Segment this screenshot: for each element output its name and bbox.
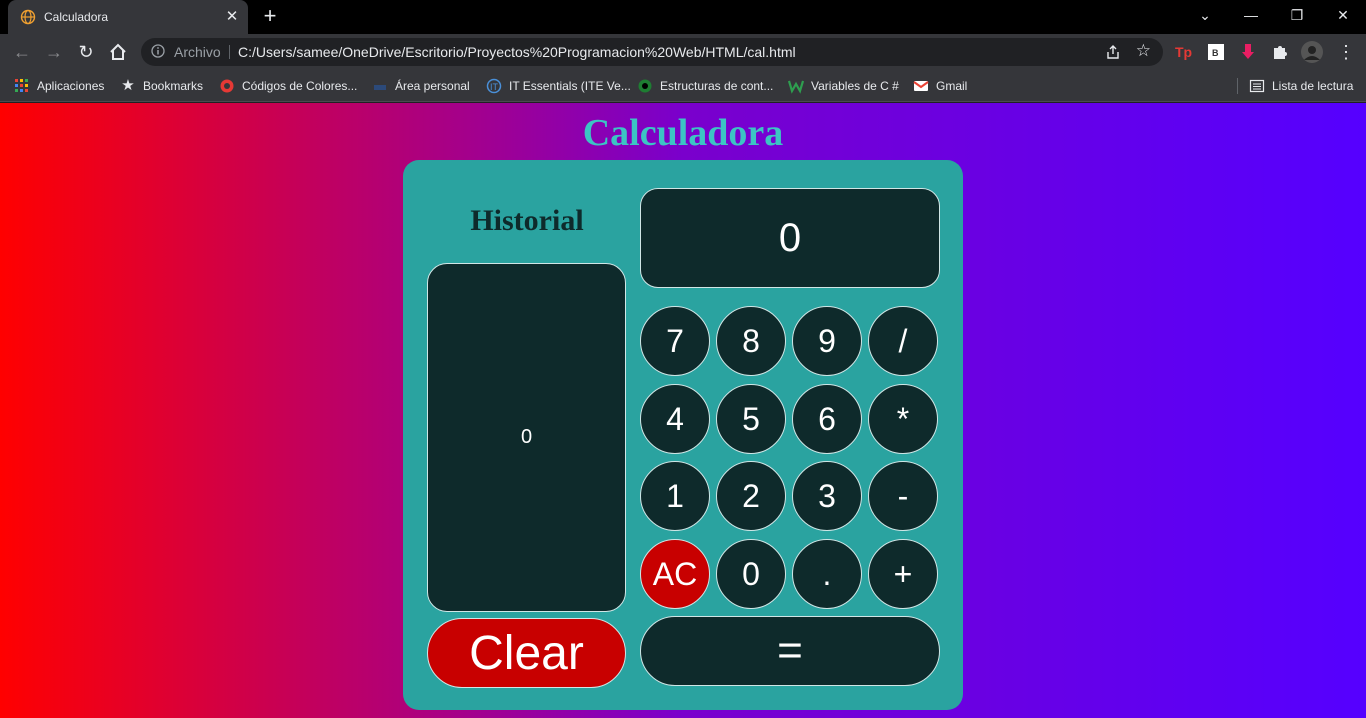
- svg-text:Tp: Tp: [1175, 44, 1192, 60]
- history-heading: Historial: [470, 204, 584, 237]
- b-extension-icon[interactable]: B: [1206, 42, 1226, 62]
- key-all-clear[interactable]: AC: [640, 539, 710, 609]
- restore-icon[interactable]: ❐: [1274, 0, 1320, 30]
- reading-list-icon: [1249, 79, 1265, 93]
- bookmark-label: Códigos de Colores...: [242, 79, 358, 93]
- url-scheme-label: Archivo: [174, 44, 221, 60]
- url-text[interactable]: C:/Users/samee/OneDrive/Escritorio/Proye…: [238, 44, 796, 60]
- key-add[interactable]: +: [868, 539, 938, 609]
- bookmark-label: Bookmarks: [143, 79, 204, 93]
- key-7[interactable]: 7: [640, 306, 710, 376]
- bookmark-label: Área personal: [395, 79, 470, 93]
- page-viewport: Calculadora Historial 0 0 7 8 9 / 4 5 6 …: [0, 103, 1366, 718]
- apps-grid-icon: [15, 79, 28, 92]
- calculator-panel: Historial 0 0 7 8 9 / 4 5 6 * 1 2 3 - AC…: [403, 160, 963, 710]
- bookmark-label: Aplicaciones: [37, 79, 105, 93]
- key-subtract[interactable]: -: [868, 461, 938, 531]
- home-icon[interactable]: [106, 40, 130, 64]
- bookmark-aplicaciones[interactable]: Aplicaciones: [14, 77, 104, 95]
- key-6[interactable]: 6: [792, 384, 862, 454]
- tab-close-icon[interactable]: ✕: [222, 7, 242, 27]
- bookmark-label: Gmail: [936, 79, 968, 93]
- globe-icon: [20, 9, 36, 25]
- key-1[interactable]: 1: [640, 461, 710, 531]
- equals-button[interactable]: =: [640, 616, 940, 686]
- svg-text:B: B: [1212, 48, 1219, 58]
- personal-area-icon: [374, 85, 386, 90]
- info-icon[interactable]: [151, 44, 165, 58]
- bookmark-variables-c[interactable]: Variables de C #: [788, 77, 899, 95]
- browser-toolbar: ← → ↻ Archivo C:/Users/samee/OneDrive/Es…: [0, 34, 1366, 70]
- new-tab-button[interactable]: +: [258, 5, 282, 29]
- reading-list-button[interactable]: Lista de lectura: [1249, 77, 1353, 95]
- key-4[interactable]: 4: [640, 384, 710, 454]
- profile-avatar[interactable]: [1300, 40, 1324, 64]
- browser-tab[interactable]: Calculadora ✕: [8, 0, 248, 34]
- minimize-icon[interactable]: —: [1228, 0, 1274, 30]
- key-3[interactable]: 3: [792, 461, 862, 531]
- history-value: 0: [520, 426, 533, 448]
- key-0[interactable]: 0: [716, 539, 786, 609]
- key-multiply[interactable]: *: [868, 384, 938, 454]
- bookmark-area-personal[interactable]: Área personal: [372, 77, 470, 95]
- forward-arrow-icon[interactable]: →: [42, 40, 66, 64]
- bookmark-label: Variables de C #: [811, 79, 899, 93]
- reload-icon[interactable]: ↻: [74, 40, 98, 64]
- puzzle-extensions-icon[interactable]: [1270, 42, 1290, 62]
- gmail-icon: [913, 81, 929, 91]
- svg-text:IT: IT: [490, 82, 499, 92]
- key-8[interactable]: 8: [716, 306, 786, 376]
- bookmarks-bar: Aplicaciones ★ Bookmarks Códigos de Colo…: [0, 70, 1366, 102]
- url-divider: [229, 45, 230, 59]
- address-bar[interactable]: Archivo C:/Users/samee/OneDrive/Escritor…: [141, 38, 1163, 66]
- tab-search-icon[interactable]: ⌄: [1182, 0, 1228, 30]
- tab-title: Calculadora: [44, 10, 109, 24]
- calculator-display: 0: [640, 188, 940, 288]
- window-close-icon[interactable]: ✕: [1320, 0, 1366, 30]
- history-panel: 0: [427, 263, 626, 612]
- page-title: Calculadora: [582, 112, 784, 154]
- tp-extension-icon[interactable]: Tp: [1174, 42, 1194, 62]
- structures-icon: [638, 79, 652, 93]
- bookmark-star-icon[interactable]: ☆: [1136, 41, 1151, 61]
- bookmark-gmail[interactable]: Gmail: [913, 77, 967, 95]
- menu-kebab-icon[interactable]: ⋮: [1334, 40, 1358, 64]
- bookmarks-divider: [1237, 78, 1238, 94]
- back-arrow-icon[interactable]: ←: [10, 40, 34, 64]
- star-icon: ★: [121, 77, 135, 94]
- tab-strip: Calculadora ✕ + ⌄ — ❐ ✕: [0, 0, 1366, 34]
- bookmark-estructuras[interactable]: Estructuras de cont...: [637, 77, 773, 95]
- it-essentials-icon: IT: [486, 78, 502, 94]
- w-icon: [788, 80, 804, 94]
- download-extension-icon[interactable]: [1238, 42, 1258, 62]
- share-icon[interactable]: [1105, 44, 1121, 60]
- color-codes-icon: [220, 79, 234, 93]
- display-value: 0: [778, 215, 802, 260]
- bookmark-codigos-de-colores[interactable]: Códigos de Colores...: [219, 77, 357, 95]
- key-divide[interactable]: /: [868, 306, 938, 376]
- bookmark-bookmarks[interactable]: ★ Bookmarks: [120, 77, 203, 95]
- key-decimal[interactable]: .: [792, 539, 862, 609]
- bookmark-label: IT Essentials (ITE Ve...: [509, 79, 631, 93]
- key-5[interactable]: 5: [716, 384, 786, 454]
- bookmark-label: Estructuras de cont...: [660, 79, 774, 93]
- bookmark-it-essentials[interactable]: IT IT Essentials (ITE Ve...: [486, 77, 631, 95]
- key-2[interactable]: 2: [716, 461, 786, 531]
- key-9[interactable]: 9: [792, 306, 862, 376]
- reading-list-label: Lista de lectura: [1272, 79, 1354, 93]
- clear-history-button[interactable]: Clear: [427, 618, 626, 688]
